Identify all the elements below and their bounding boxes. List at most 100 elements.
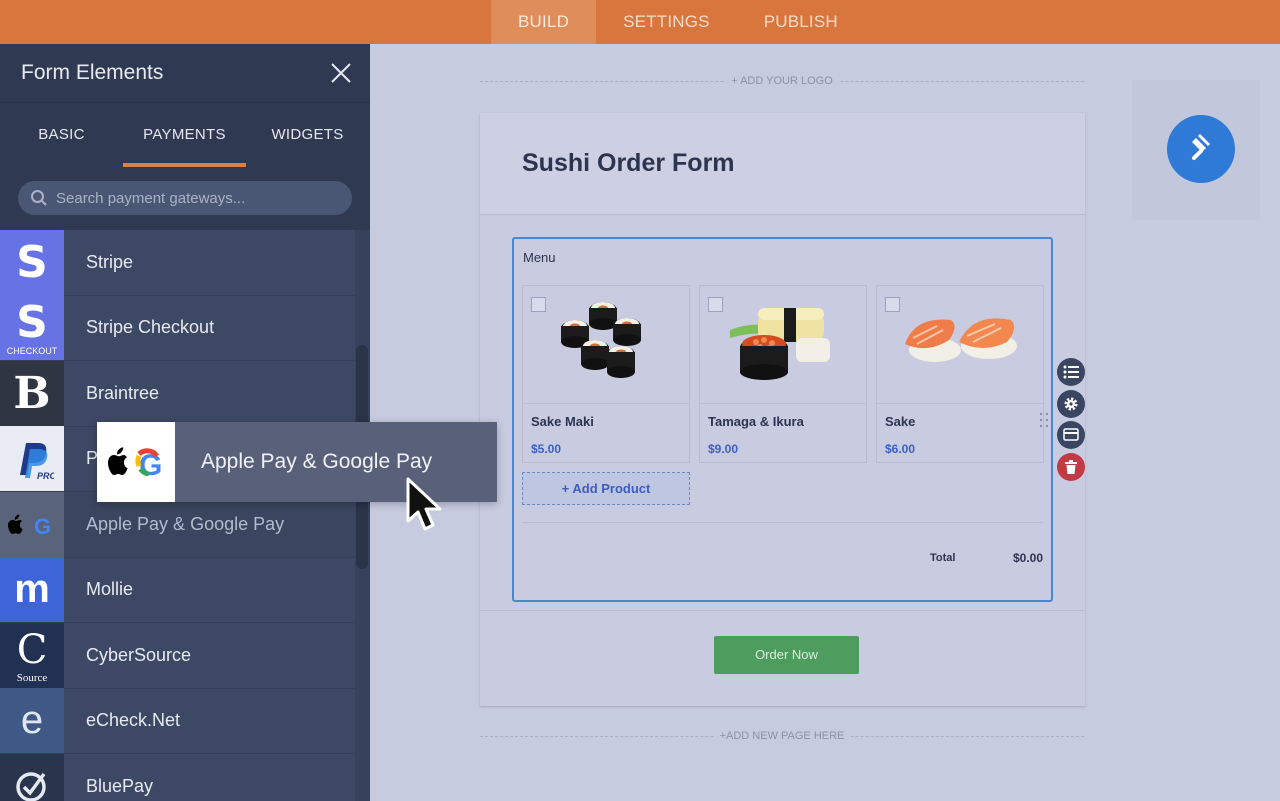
gateway-label: eCheck.Net [86,710,181,731]
search-wrap [0,167,370,230]
gateway-item-bluepay[interactable]: BluePay [0,753,355,801]
product-image [877,286,1043,404]
mollie-icon: m [0,557,64,623]
gateway-label: BluePay [86,775,154,796]
product-card[interactable]: Tamaga & Ikura $9.00 [699,285,867,463]
product-checkbox[interactable] [885,297,900,312]
gateway-list: S Stripe S CHECKOUT Stripe Checkout B Bra… [0,229,355,801]
product-name: Sake [885,414,916,429]
properties-list-button[interactable] [1057,358,1085,386]
product-name: Tamaga & Ikura [708,414,804,429]
total-value: $0.00 [1012,551,1043,565]
field-settings-button[interactable] [1057,389,1085,418]
tab-build[interactable]: BUILD [491,0,597,44]
trash-icon [1065,459,1077,474]
total-label: Total [930,552,956,564]
top-bar: BUILD SETTINGS PUBLISH [0,0,1280,44]
braintree-icon: B [0,360,64,426]
panel-title: Form Elements [21,61,164,84]
product-image [700,286,866,404]
order-now-button[interactable]: Order Now [714,636,859,674]
divider [522,522,1043,523]
form-title[interactable]: Sushi Order Form [522,149,1085,178]
product-price: $6.00 [885,442,916,456]
source-caption: Source [16,671,48,684]
list-icon [1063,365,1079,379]
form-designer-button[interactable] [1167,115,1235,183]
drag-ghost-label: Apple Pay & Google Pay [201,450,433,473]
gateway-item-braintree[interactable]: B Braintree [0,360,355,427]
delete-field-button[interactable] [1057,452,1085,481]
echeck-icon: e [0,688,64,754]
svg-text:PRO: PRO [37,471,54,481]
apple-google-pay-icon: G [0,491,64,557]
gateway-item-mollie[interactable]: m Mollie [0,557,355,623]
add-new-page[interactable]: +ADD NEW PAGE HERE [480,729,1084,745]
add-logo[interactable]: + ADD YOUR LOGO [480,74,1084,90]
product-price: $9.00 [708,442,739,456]
product-image [523,286,689,404]
stripe-icon: S [0,229,64,295]
product-card[interactable]: Sake Maki $5.00 [522,285,690,463]
apple-google-glyph: G [8,514,51,539]
search-input[interactable] [56,189,336,207]
mollie-icon-letter: m [14,567,50,612]
add-logo-text: + ADD YOUR LOGO [725,75,839,87]
echeck-icon-letter: e [20,698,44,743]
form-header[interactable]: Sushi Order Form [480,113,1085,215]
product-card[interactable]: Sake $6.00 [876,285,1044,463]
apple-google-glyph: G [108,447,162,482]
gateway-label: Stripe [86,251,134,272]
cybersource-icon-letter: C [16,627,48,674]
cybersource-icon: C Source [0,622,64,688]
stripe-checkout-icon-letter: S [16,297,48,349]
search-box[interactable] [18,181,352,215]
gateway-item-cybersource[interactable]: C Source CyberSource [0,622,355,689]
close-icon[interactable] [330,62,352,84]
product-name: Sake Maki [531,414,594,429]
sake-maki-image [561,302,641,378]
form-card: Sushi Order Form Menu Sake Maki $5.00 Ta… [480,113,1085,706]
search-icon [31,190,47,206]
gateway-label: Stripe Checkout [86,317,215,338]
gateway-item-stripe-checkout[interactable]: S CHECKOUT Stripe Checkout [0,295,355,361]
svg-text:G: G [34,514,51,539]
field-toolbar [1057,358,1085,484]
credit-card-icon [1063,428,1079,441]
gateway-label: Apple Pay & Google Pay [86,513,285,534]
stripe-checkout-icon: S CHECKOUT [0,295,64,361]
braintree-icon-letter: B [13,367,51,419]
drag-handle-icon[interactable] [1039,412,1049,428]
gear-icon [1064,397,1078,410]
stripe-icon-letter: S [16,236,48,288]
tab-settings[interactable]: SETTINGS [596,0,737,44]
menu-product-list[interactable]: Menu Sake Maki $5.00 Tamaga & Ikura $9.0… [512,237,1053,602]
bluepay-icon [0,753,64,801]
bluepay-glyph [16,772,46,801]
menu-label: Menu [523,250,556,265]
gateway-label: CyberSource [86,644,192,665]
product-checkbox[interactable] [708,297,723,312]
add-product-button[interactable]: + Add Product [522,472,690,505]
paint-roller-icon [1192,133,1211,160]
tab-widgets[interactable]: WIDGETS [246,103,369,167]
tab-publish[interactable]: PUBLISH [737,0,865,44]
tab-basic[interactable]: BASIC [0,103,123,167]
paypal-pro-icon: PRO [0,426,64,492]
form-footer-divider [480,610,1085,611]
sake-nigiri-image [905,318,1017,362]
paypal-pro-icon-glyph: PRO [20,442,54,481]
add-page-text: +ADD NEW PAGE HERE [713,730,851,742]
panel-tabs: BASIC PAYMENTS WIDGETS [0,102,370,167]
gateway-label: Braintree [86,382,160,403]
product-checkbox[interactable] [531,297,546,312]
tab-payments[interactable]: PAYMENTS [123,103,246,167]
payment-settings-button[interactable] [1057,421,1085,449]
gateway-item-echeck[interactable]: e eCheck.Net [0,688,355,754]
apple-google-pay-icon: G [97,422,175,502]
product-price: $5.00 [531,442,562,456]
checkout-caption: CHECKOUT [6,346,58,357]
top-nav: BUILD SETTINGS PUBLISH [491,0,865,44]
mouse-cursor-icon [406,477,442,531]
gateway-item-stripe[interactable]: S Stripe [0,229,355,296]
